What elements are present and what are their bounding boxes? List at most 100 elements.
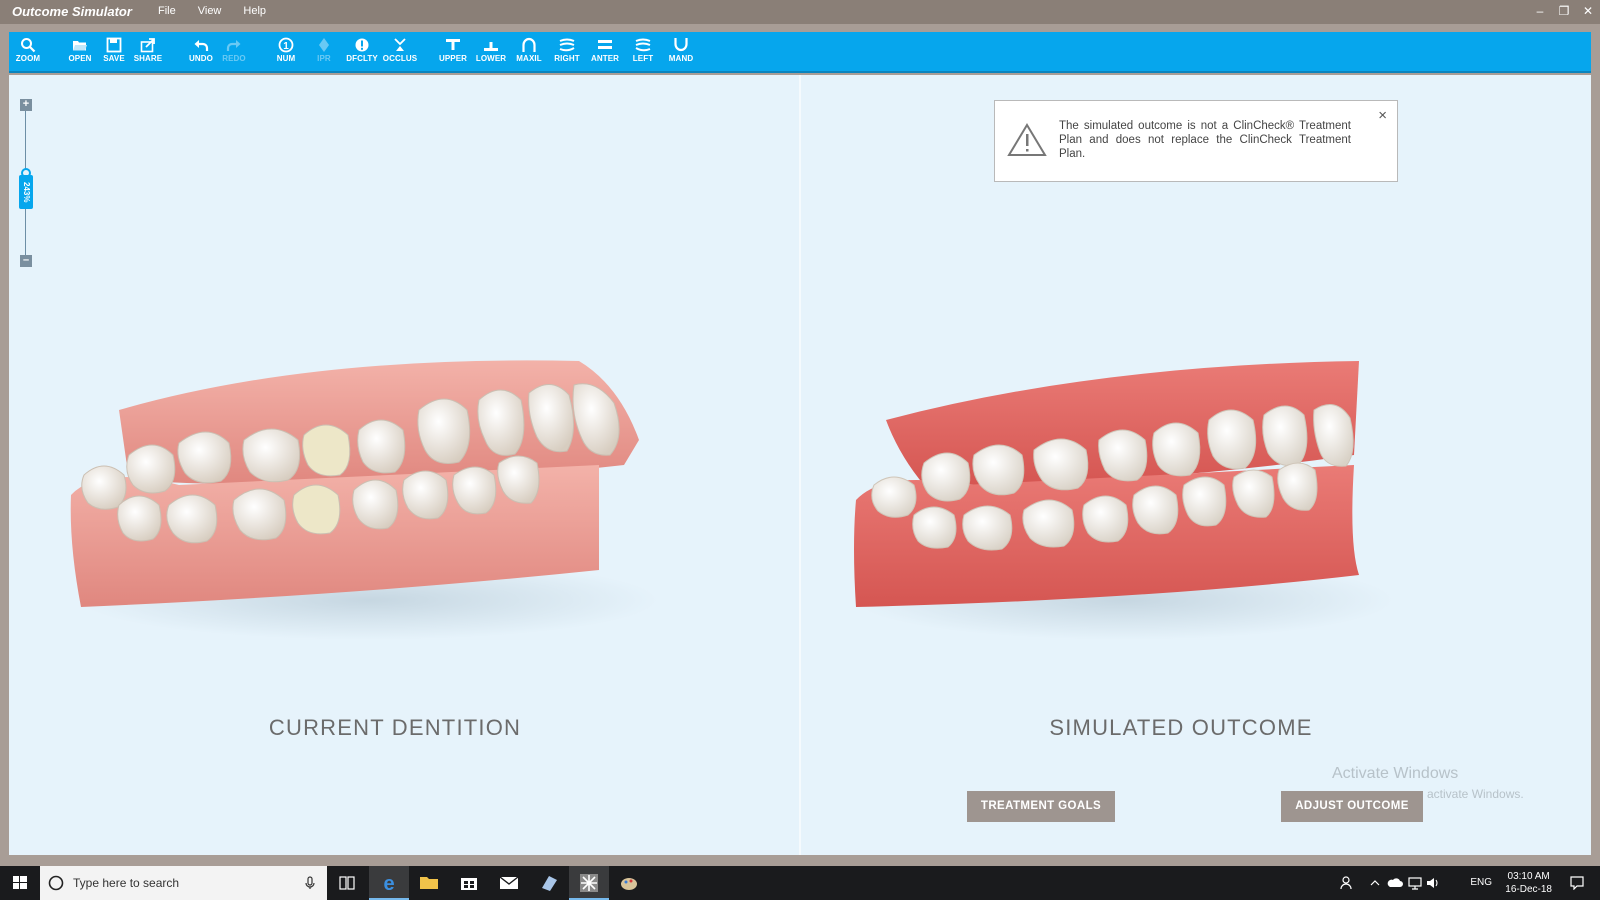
microphone-icon[interactable] bbox=[305, 876, 315, 890]
left-view-icon bbox=[635, 38, 651, 52]
minimize-icon[interactable]: – bbox=[1528, 0, 1552, 24]
tool-label: RIGHT bbox=[554, 54, 580, 63]
cortana-icon bbox=[48, 875, 64, 891]
workspace: + 243% – CURRENT DENTITION SIMULATED OUT… bbox=[9, 75, 1591, 855]
difficulty-button[interactable]: DFCLTY bbox=[344, 32, 380, 71]
tool-label: REDO bbox=[222, 54, 246, 63]
occlusion-icon bbox=[394, 38, 406, 51]
app-frame: ZOOM OPEN SAVE SHARE UNDO REDO 1 NUM IPR bbox=[0, 24, 1600, 866]
redo-button[interactable]: REDO bbox=[216, 32, 252, 71]
tool-label: LOWER bbox=[475, 54, 507, 63]
network-icon[interactable] bbox=[1408, 876, 1422, 890]
anterior-view-icon bbox=[598, 40, 612, 49]
svg-text:1: 1 bbox=[283, 41, 289, 52]
action-center-icon[interactable] bbox=[1570, 876, 1584, 890]
zoom-out-icon[interactable]: – bbox=[20, 255, 32, 267]
onedrive-icon[interactable] bbox=[1387, 877, 1403, 889]
start-button[interactable] bbox=[0, 866, 40, 900]
taskbar-search-box[interactable]: Type here to search bbox=[40, 866, 327, 900]
restore-icon[interactable]: ❐ bbox=[1552, 0, 1576, 24]
menu-file[interactable]: File bbox=[158, 5, 176, 17]
tool-label: IPR bbox=[317, 54, 331, 63]
treatment-goals-button[interactable]: TREATMENT GOALS bbox=[967, 791, 1115, 822]
toolbar: ZOOM OPEN SAVE SHARE UNDO REDO 1 NUM IPR bbox=[9, 32, 1591, 73]
watermark-line-2: activate Windows. bbox=[1427, 787, 1524, 801]
mandibular-button[interactable]: MAND bbox=[663, 32, 699, 71]
svg-text:e: e bbox=[383, 873, 394, 895]
clock-time: 03:10 AM bbox=[1507, 871, 1550, 882]
panel-divider bbox=[799, 75, 801, 855]
tool-label: SAVE bbox=[103, 54, 125, 63]
language-indicator[interactable]: ENG bbox=[1470, 877, 1492, 888]
simulated-outcome-title: SIMULATED OUTCOME bbox=[1049, 715, 1313, 740]
current-dentition-model[interactable] bbox=[59, 345, 659, 645]
tool-label: OPEN bbox=[68, 54, 92, 63]
task-view-icon[interactable] bbox=[327, 866, 367, 900]
tool-label: ANTER bbox=[590, 54, 620, 63]
store-icon[interactable] bbox=[449, 866, 489, 900]
lower-view-button[interactable]: LOWER bbox=[473, 32, 509, 71]
tool-label: NUM bbox=[276, 54, 296, 63]
undo-button[interactable]: UNDO bbox=[183, 32, 219, 71]
open-folder-icon bbox=[73, 41, 87, 51]
open-button[interactable]: OPEN bbox=[62, 32, 98, 71]
occlusion-button[interactable]: OCCLUS bbox=[382, 32, 418, 71]
upper-view-button[interactable]: UPPER bbox=[435, 32, 471, 71]
disclaimer-text: The simulated outcome is not a ClinCheck… bbox=[1059, 120, 1351, 160]
window-controls: – ❐ ✕ bbox=[1528, 0, 1600, 24]
share-button[interactable]: SHARE bbox=[130, 32, 166, 71]
windows-logo-icon bbox=[13, 876, 27, 889]
close-window-icon[interactable]: ✕ bbox=[1576, 0, 1600, 24]
zoom-tool-button[interactable]: ZOOM bbox=[10, 32, 46, 71]
volume-icon[interactable] bbox=[1426, 876, 1440, 890]
current-dentition-title: CURRENT DENTITION bbox=[268, 715, 522, 740]
save-button[interactable]: SAVE bbox=[96, 32, 132, 71]
close-icon[interactable]: × bbox=[1378, 107, 1387, 124]
zoom-level-label: 243% bbox=[19, 175, 33, 209]
zoom-slider[interactable]: + 243% – bbox=[19, 95, 33, 267]
tool-label: OCCLUS bbox=[382, 54, 418, 63]
search-placeholder: Type here to search bbox=[73, 876, 180, 890]
ipr-icon bbox=[319, 38, 329, 52]
tool-label: ZOOM bbox=[15, 54, 41, 63]
menu-view[interactable]: View bbox=[198, 5, 222, 17]
redo-icon bbox=[226, 40, 241, 51]
maxillary-button[interactable]: MAXIL bbox=[511, 32, 547, 71]
left-view-button[interactable]: LEFT bbox=[625, 32, 661, 71]
tool-label: SHARE bbox=[133, 54, 163, 63]
number-icon: 1 bbox=[278, 37, 294, 53]
chevron-up-icon[interactable] bbox=[1370, 878, 1380, 888]
app-icon-1[interactable] bbox=[529, 866, 569, 900]
tool-label: UPPER bbox=[438, 54, 468, 63]
system-clock[interactable]: 03:10 AM 16-Dec-18 bbox=[1505, 870, 1552, 896]
title-bar: Outcome Simulator File View Help – ❐ ✕ bbox=[0, 0, 1600, 24]
save-icon bbox=[106, 37, 122, 53]
lower-view-icon bbox=[484, 42, 498, 51]
zoom-in-icon[interactable]: + bbox=[20, 99, 32, 111]
file-explorer-icon[interactable] bbox=[409, 866, 449, 900]
simulated-outcome-model[interactable] bbox=[844, 345, 1404, 645]
zoom-icon bbox=[21, 38, 36, 53]
mail-icon[interactable] bbox=[489, 866, 529, 900]
warning-icon bbox=[1007, 123, 1047, 156]
tool-label: MAXIL bbox=[516, 54, 542, 63]
watermark-line-1: Activate Windows bbox=[1332, 765, 1459, 782]
num-button[interactable]: 1 NUM bbox=[268, 32, 304, 71]
difficulty-icon bbox=[355, 38, 369, 52]
upper-view-icon bbox=[446, 39, 460, 50]
menu-help[interactable]: Help bbox=[243, 5, 266, 17]
anterior-view-button[interactable]: ANTER bbox=[587, 32, 623, 71]
share-icon bbox=[140, 38, 155, 53]
edge-browser-icon[interactable]: e bbox=[369, 866, 409, 900]
outcome-simulator-taskbar-icon[interactable] bbox=[569, 866, 609, 900]
system-tray: ENG 03:10 AM 16-Dec-18 bbox=[1320, 866, 1600, 900]
tool-label: DFCLTY bbox=[346, 54, 378, 63]
undo-icon bbox=[194, 40, 209, 51]
right-view-button[interactable]: RIGHT bbox=[549, 32, 585, 71]
people-icon[interactable] bbox=[1340, 876, 1354, 890]
ipr-button[interactable]: IPR bbox=[306, 32, 342, 71]
clock-date: 16-Dec-18 bbox=[1505, 884, 1552, 895]
mandibular-icon bbox=[674, 38, 688, 52]
maxillary-icon bbox=[522, 37, 536, 52]
paint-icon[interactable] bbox=[609, 866, 649, 900]
